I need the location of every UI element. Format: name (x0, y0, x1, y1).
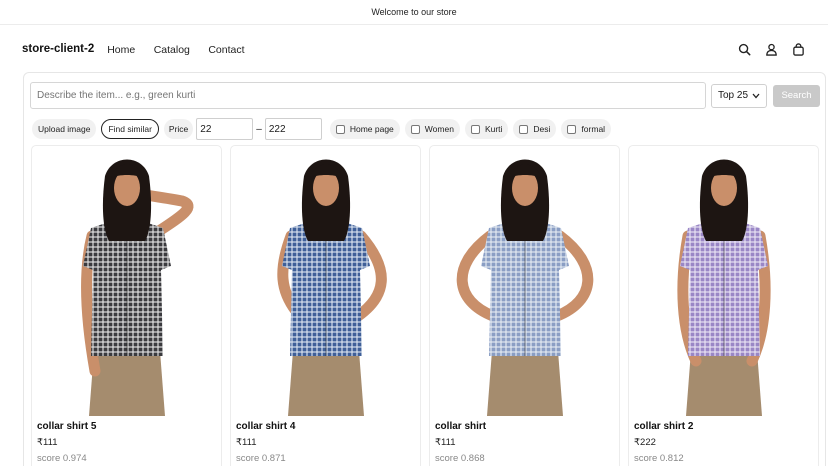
filter-label: formal (581, 124, 606, 134)
search-icon[interactable] (737, 42, 752, 57)
account-icon[interactable] (764, 42, 779, 57)
product-name: collar shirt 5 (37, 421, 97, 432)
product-name: collar shirt 4 (236, 421, 296, 432)
site-header: store-client-2 Home Catalog Contact (0, 25, 828, 73)
filter-home-page[interactable]: Home page (329, 119, 400, 139)
filter-label: Home page (349, 124, 394, 134)
nav-contact[interactable]: Contact (208, 44, 244, 56)
product-score: score 0.812 (634, 453, 684, 464)
product-price: ₹111 (236, 437, 257, 448)
chevron-down-icon (752, 93, 760, 98)
filter-kurti[interactable]: Kurti (464, 119, 509, 139)
product-name: collar shirt (435, 421, 487, 432)
checkbox-icon (470, 124, 480, 134)
price-min-input[interactable]: 22 (196, 118, 254, 140)
checkbox-icon (519, 124, 529, 134)
product-score: score 0.871 (236, 453, 286, 464)
product-image (456, 159, 594, 416)
top-results-select[interactable]: Top 25 (711, 83, 767, 108)
announcement-text: Welcome to our store (371, 7, 457, 17)
checkbox-icon (335, 124, 345, 134)
product-image (677, 159, 771, 416)
top-results-value: Top 25 (718, 90, 749, 101)
product-score: score 0.974 (37, 453, 87, 464)
product-grid: collar shirt 5 ₹111 score 0.974 collar s… (31, 145, 819, 466)
filter-women[interactable]: Women (404, 119, 460, 139)
product-image (80, 159, 194, 416)
filter-label: Kurti (484, 124, 503, 134)
filter-formal[interactable]: formal (561, 119, 612, 139)
cart-icon[interactable] (791, 42, 806, 57)
price-label: Price (163, 119, 194, 139)
product-card[interactable]: collar shirt 2 ₹222 score 0.812 (628, 145, 819, 466)
main-nav: Home Catalog Contact (107, 40, 258, 58)
product-card[interactable]: collar shirt ₹111 score 0.868 (429, 145, 620, 466)
product-price: ₹111 (37, 437, 58, 448)
filter-label: Desi (533, 124, 551, 134)
price-range-dash: – (256, 123, 262, 135)
product-score: score 0.868 (435, 453, 485, 464)
product-card[interactable]: collar shirt 5 ₹111 score 0.974 (31, 145, 222, 466)
search-button[interactable]: Search (773, 84, 820, 107)
filter-desi[interactable]: Desi (513, 119, 557, 139)
nav-home[interactable]: Home (107, 44, 135, 56)
upload-image-button[interactable]: Upload image (32, 119, 97, 139)
filter-label: Women (424, 124, 454, 134)
search-panel: Top 25 Search Upload image Find similar … (23, 72, 826, 466)
checkbox-icon (567, 124, 577, 134)
checkbox-icon (410, 124, 420, 134)
product-image (277, 159, 387, 416)
find-similar-button[interactable]: Find similar (101, 119, 159, 139)
product-price: ₹111 (435, 437, 456, 448)
search-input[interactable] (30, 82, 706, 109)
brand-logo[interactable]: store-client-2 (22, 43, 94, 55)
price-max-input[interactable]: 222 (264, 118, 322, 140)
nav-catalog[interactable]: Catalog (154, 44, 190, 56)
product-price: ₹222 (634, 437, 656, 448)
product-card[interactable]: collar shirt 4 ₹111 score 0.871 (230, 145, 421, 466)
announcement-bar: Welcome to our store (0, 0, 828, 25)
product-name: collar shirt 2 (634, 421, 694, 432)
